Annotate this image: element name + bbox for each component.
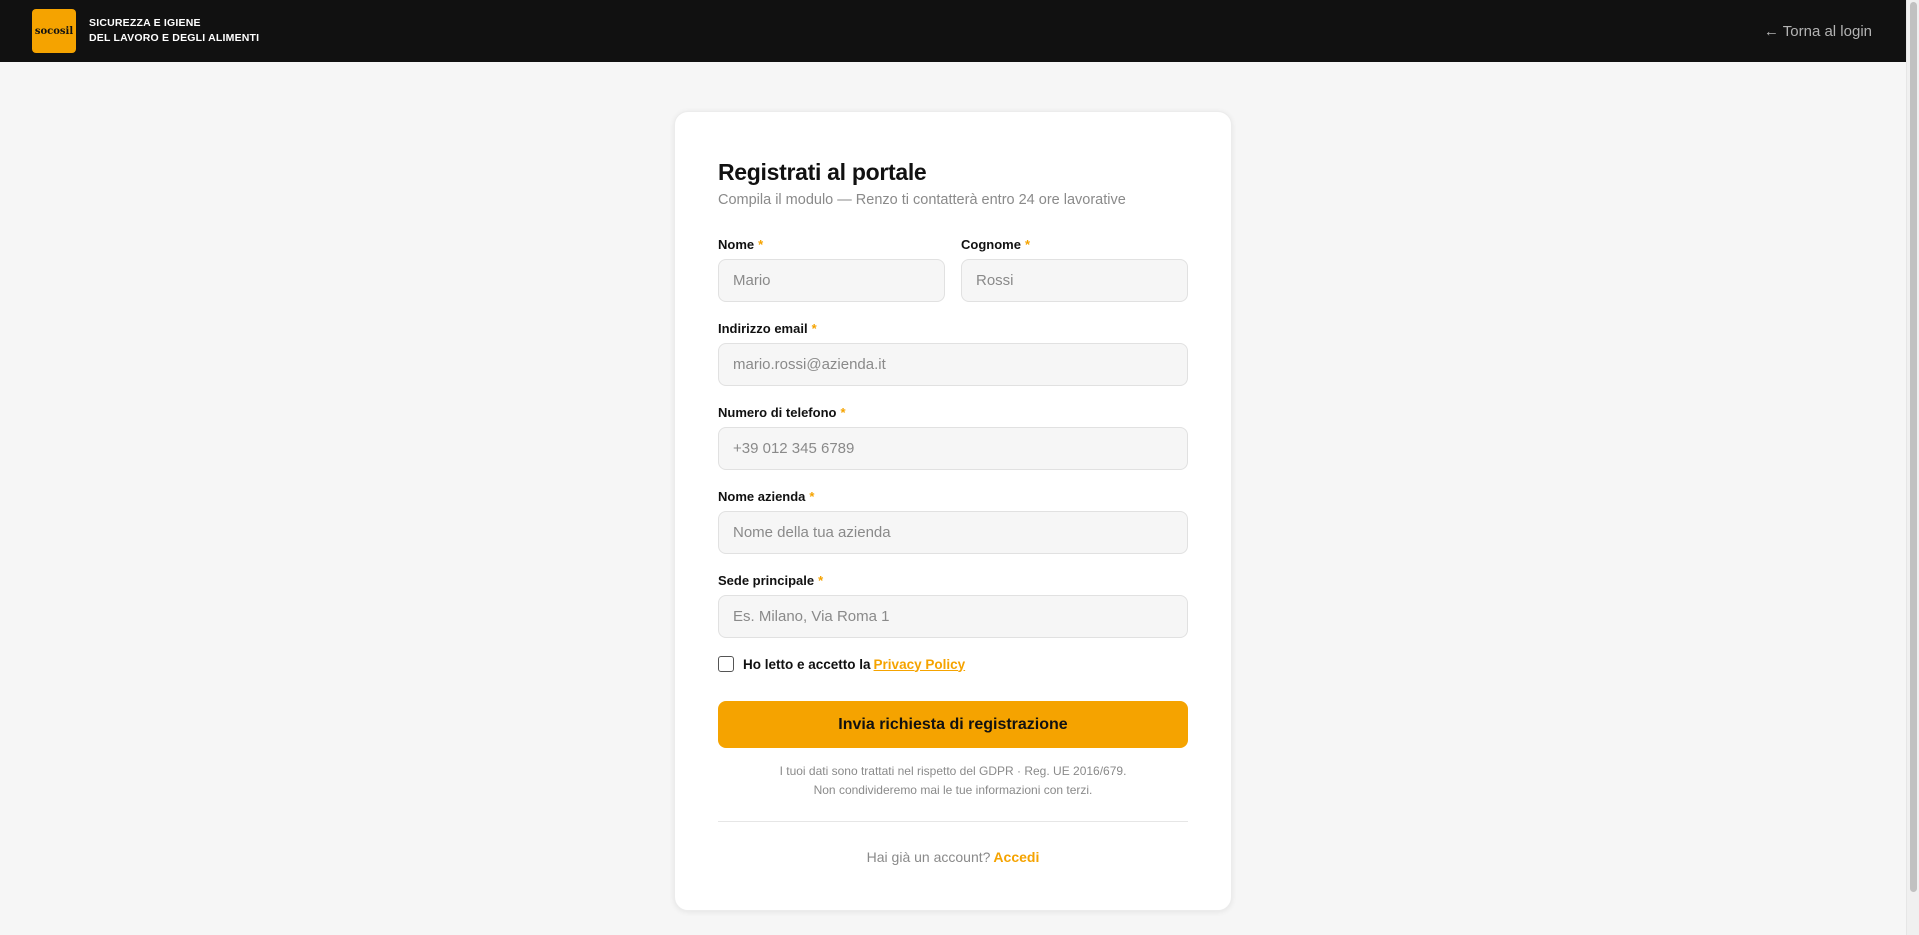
email-field-group: Indirizzo email * [718,321,1188,386]
name-row: Nome* Cognome* [718,237,1188,302]
company-label-text: Nome azienda [718,489,806,504]
login-link[interactable]: Accedi [993,849,1039,865]
phone-field-group: Numero di telefono * [718,405,1188,470]
phone-input[interactable] [718,427,1188,470]
last-name-field-group: Cognome * [961,237,1188,302]
last-name-input[interactable] [961,259,1188,302]
gdpr-notice-line2: Non condivideremo mai le tue informazion… [813,783,1093,797]
back-to-login-link[interactable]: ← Torna al login [1764,23,1872,40]
privacy-consent-text: Ho letto e accetto la [743,656,871,672]
first-name-label: Nome * [718,237,945,253]
required-marker: * [1024,237,1031,252]
required-marker: * [758,237,764,252]
email-label-text: Indirizzo email [718,321,808,336]
brand-tagline: SICUREZZA E IGIENE DEL LAVORO E DEGLI AL… [89,16,259,46]
top-header: socosil SICUREZZA E IGIENE DEL LAVORO E … [0,0,1906,62]
page-title: Registrati al portale [718,159,927,185]
page-subtitle: Compila il modulo — Renzo ti contatterà … [718,192,1126,208]
divider [718,821,1188,822]
headquarters-label-text: Sede principale [718,573,815,588]
company-input[interactable] [718,511,1188,554]
required-marker: * [818,573,824,588]
privacy-consent-row: Ho letto e accetto la Privacy Policy [718,656,1188,672]
brand[interactable]: socosil SICUREZZA E IGIENE DEL LAVORO E … [32,9,259,53]
gdpr-notice-line1: I tuoi dati sono trattati nel rispetto d… [779,764,1127,778]
required-marker: * [811,321,817,336]
privacy-consent-label: Ho letto e accetto la Privacy Policy [743,657,965,672]
brand-tagline-line1: SICUREZZA E IGIENE [89,17,201,29]
required-marker: * [840,405,846,420]
email-label: Indirizzo email * [718,321,1188,337]
required-marker: * [809,489,815,504]
registration-card: Registrati al portale Compila il modulo … [674,111,1232,911]
company-logo: socosil [32,9,76,53]
company-label: Nome azienda * [718,489,1188,505]
login-prompt-text: Hai già un account? [866,849,991,865]
first-name-label-text: Nome [718,237,755,252]
phone-label-text: Numero di telefono [718,405,837,420]
last-name-label-text: Cognome [961,237,1021,252]
headquarters-label: Sede principale * [718,573,1188,589]
gdpr-notice: I tuoi dati sono trattati nel rispetto d… [718,762,1188,800]
phone-label: Numero di telefono * [718,405,1188,421]
email-input[interactable] [718,343,1188,386]
last-name-label: Cognome * [961,237,1188,253]
headquarters-input[interactable] [718,595,1188,638]
first-name-input[interactable] [718,259,945,302]
headquarters-field-group: Sede principale * [718,573,1188,638]
company-field-group: Nome azienda * [718,489,1188,554]
submit-registration-button[interactable]: Invia richiesta di registrazione [718,701,1188,748]
page-scrollbar[interactable] [1906,0,1919,935]
brand-tagline-line2: DEL LAVORO E DEGLI ALIMENTI [89,32,260,44]
first-name-field-group: Nome * [718,237,945,302]
scrollbar-thumb[interactable] [1910,2,1917,892]
privacy-checkbox[interactable] [718,656,734,672]
login-prompt-row: Hai già un account? Accedi [718,849,1188,865]
privacy-policy-link[interactable]: Privacy Policy [874,657,966,672]
